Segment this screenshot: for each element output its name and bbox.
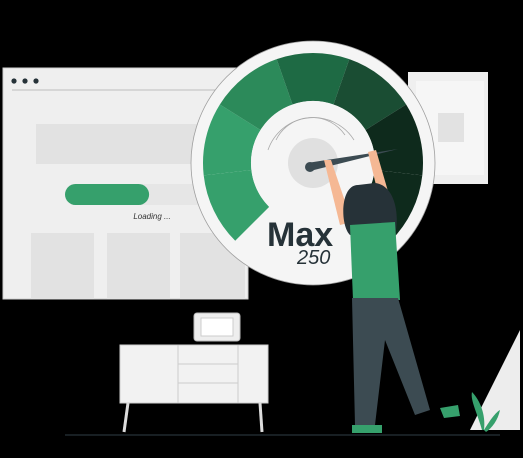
window-dot-icon — [22, 78, 28, 84]
pants — [352, 298, 430, 425]
window-dot-icon — [11, 78, 17, 84]
plant — [470, 330, 520, 432]
shirt — [350, 222, 400, 300]
progress-fill — [65, 184, 150, 205]
loading-text: Loading ... — [133, 212, 170, 221]
desk — [119, 312, 269, 433]
card-placeholder — [31, 233, 94, 299]
gauge-value: 250 — [296, 247, 330, 269]
speed-gauge: Max 250 — [190, 40, 436, 286]
card-placeholder — [107, 233, 170, 299]
hero-placeholder — [36, 124, 206, 164]
speed-illustration: Loading ... Max 250 — [2, 40, 520, 436]
window-dot-icon — [33, 78, 39, 84]
